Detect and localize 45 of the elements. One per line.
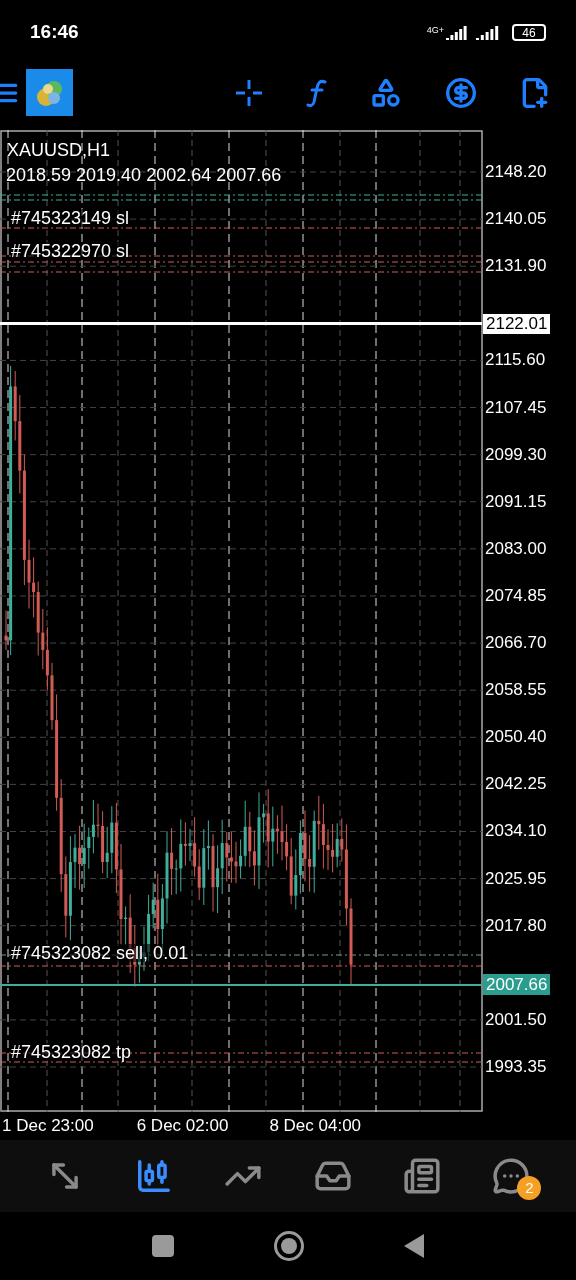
chat-icon <box>492 1157 531 1195</box>
candlestick-icon <box>135 1157 173 1195</box>
function-icon[interactable] <box>306 78 329 107</box>
price-axis-label: 2131.90 <box>485 257 547 275</box>
price-axis-label: 2083.00 <box>485 539 547 557</box>
signal-icon <box>446 25 468 40</box>
shapes-icon[interactable] <box>370 76 403 109</box>
time-axis-label: 8 Dec 04:00 <box>269 1115 362 1138</box>
order-label: #745323082 tp <box>11 1043 132 1061</box>
crosshair-icon[interactable] <box>234 77 265 108</box>
price-axis-label: 2107.45 <box>485 398 547 416</box>
dollar-exchange-icon[interactable] <box>444 76 477 109</box>
network-type: 4G+ <box>426 25 444 35</box>
price-axis-label: 2091.15 <box>485 492 547 510</box>
time-axis-label: 1 Dec 23:00 <box>2 1115 94 1138</box>
line-price-label: 2122.01 <box>483 314 551 335</box>
price-axis-label: 2042.25 <box>485 775 547 793</box>
current-price-label: 2007.66 <box>483 974 551 996</box>
ohlc-values: 2018.59 2019.40 2002.64 2007.66 <box>6 166 282 184</box>
chart-symbol: XAUUSD,H1 <box>7 141 111 159</box>
recent-apps-button[interactable] <box>152 1235 174 1257</box>
price-axis-label: 1993.35 <box>485 1058 547 1076</box>
price-axis-label: 2050.40 <box>485 728 547 746</box>
order-label: #745322970 sl <box>11 242 130 260</box>
price-axis-label: 2017.80 <box>485 916 547 934</box>
price-axis-label: 2025.95 <box>485 869 547 887</box>
status-time: 16:46 <box>30 20 79 45</box>
price-axis-label: 2115.60 <box>485 351 546 369</box>
price-axis-label: 2066.70 <box>485 634 547 652</box>
price-axis-label: 2140.05 <box>485 210 547 228</box>
back-icon[interactable] <box>404 1234 424 1258</box>
price-axis-label: 2001.50 <box>485 1010 547 1028</box>
time-axis-label: 6 Dec 02:00 <box>136 1115 229 1138</box>
newspaper-icon <box>402 1157 441 1195</box>
signal-icon <box>476 25 500 40</box>
price-axis-label: 2058.55 <box>485 681 547 699</box>
notification-badge: 2 <box>517 1176 542 1200</box>
price-axis-label: 2099.30 <box>485 445 547 463</box>
order-label: #745323082 sell, 0.01 <box>11 944 189 962</box>
price-axis-label: 2148.20 <box>485 163 547 180</box>
price-axis-label: 2034.10 <box>485 822 547 840</box>
order-label: #745323149 sl <box>11 209 130 227</box>
home-button[interactable] <box>274 1231 304 1261</box>
battery-indicator: 46 <box>512 24 546 41</box>
price-axis-label: 2074.85 <box>485 586 547 604</box>
